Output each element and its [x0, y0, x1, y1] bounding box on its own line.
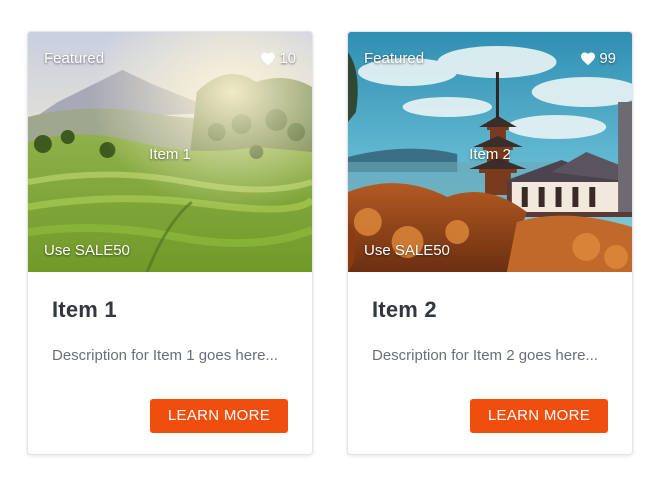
likes-count[interactable]: 10 — [260, 50, 296, 67]
heart-icon — [581, 52, 596, 66]
card-title: Item 2 — [372, 297, 437, 322]
card-grid: Featured 10 Item 1 Use SALE50 Item 1 Des… — [0, 0, 661, 485]
likes-number: 10 — [279, 50, 296, 67]
card-description: Description for Item 1 goes here... — [52, 347, 278, 364]
heart-icon — [261, 52, 276, 66]
likes-number: 99 — [599, 50, 616, 67]
promo-code: Use SALE50 — [364, 242, 450, 259]
card-body: Item 1 Description for Item 1 goes here.… — [28, 272, 312, 386]
likes-count[interactable]: 99 — [580, 50, 616, 67]
image-label: Item 1 — [149, 146, 191, 163]
card-description: Description for Item 2 goes here... — [372, 347, 598, 364]
featured-badge: Featured — [44, 50, 105, 67]
image-label: Item 2 — [469, 146, 511, 163]
card-image[interactable]: Featured 10 Item 1 Use SALE50 — [28, 32, 312, 272]
learn-more-button[interactable]: LEARN MORE — [470, 399, 608, 433]
promo-code: Use SALE50 — [44, 242, 130, 259]
card-image[interactable]: Featured 99 Item 2 Use SALE50 — [348, 32, 632, 272]
learn-more-button[interactable]: LEARN MORE — [150, 399, 288, 433]
card-body: Item 2 Description for Item 2 goes here.… — [348, 272, 632, 386]
product-card: Featured 10 Item 1 Use SALE50 Item 1 Des… — [27, 31, 313, 455]
card-title: Item 1 — [52, 297, 117, 322]
product-card: Featured 99 Item 2 Use SALE50 Item 2 Des… — [347, 31, 633, 455]
featured-badge: Featured — [364, 50, 425, 67]
